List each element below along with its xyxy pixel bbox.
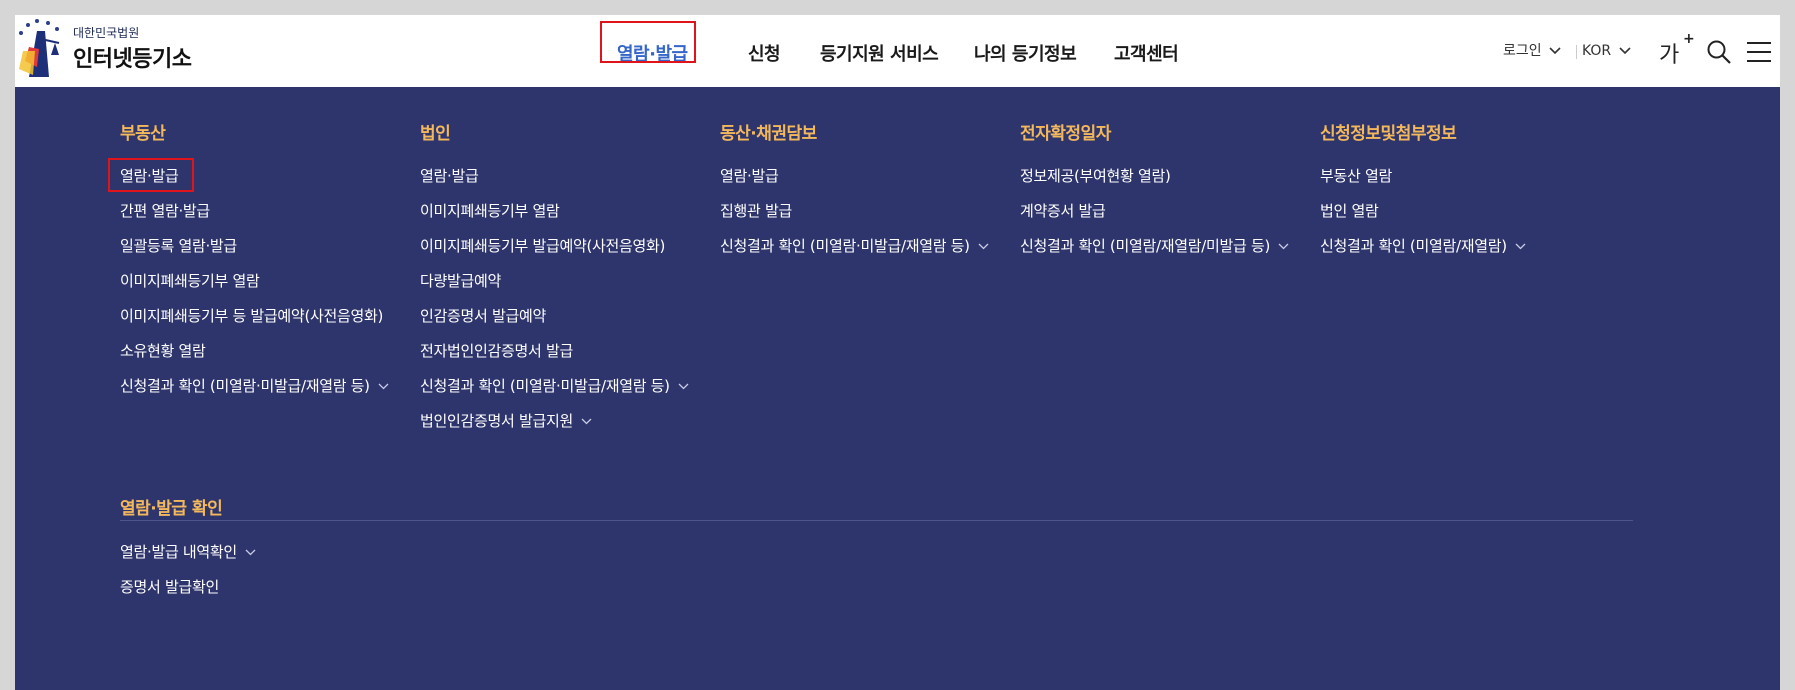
nav-item-customer-center[interactable]: 고객센터 [1114,33,1179,77]
chevron-down-icon [1515,243,1526,250]
menu-link-expandable[interactable]: 신청결과 확인 (미열람·미발급/재열람 등) [120,375,389,397]
chevron-down-icon [378,383,389,390]
font-size-button[interactable]: 가 + [1659,31,1695,68]
court-emblem-icon [19,19,60,77]
menu-link-label: 신청결과 확인 (미열람/재열람) [1320,237,1507,255]
section-title: 전자확정일자 [1020,124,1111,144]
menu-link[interactable]: 정보제공(부여현황 열람) [1020,165,1171,187]
login-label: 로그인 [1503,43,1542,59]
menu-link[interactable]: 인감증명서 발급예약 [420,305,546,327]
menu-link[interactable]: 계약증서 발급 [1020,200,1106,222]
menu-link-expandable[interactable]: 신청결과 확인 (미열람/재열람/미발급 등) [1020,235,1289,257]
font-size-label: 가 [1659,43,1680,68]
menu-link-expandable[interactable]: 신청결과 확인 (미열람·미발급/재열람 등) [720,235,989,257]
chevron-down-icon [678,383,689,390]
menu-link[interactable]: 열람·발급 [120,165,179,187]
hamburger-menu-icon[interactable] [1746,41,1772,63]
menu-link-label: 신청결과 확인 (미열람·미발급/재열람 등) [420,377,670,395]
menu-link[interactable]: 열람·발급 [420,165,479,187]
nav-item-view-issue[interactable]: 열람·발급 [617,33,688,77]
menu-link-expandable[interactable]: 법인인감증명서 발급지원 [420,410,592,432]
menu-link-expandable[interactable]: 신청결과 확인 (미열람·미발급/재열람 등) [420,375,689,397]
menu-link-label: 법인인감증명서 발급지원 [420,412,573,430]
menu-link[interactable]: 전자법인인감증명서 발급 [420,340,573,362]
search-icon[interactable] [1706,39,1732,65]
language-label: KOR [1582,43,1612,59]
section-divider [120,520,1633,521]
font-size-plus: + [1683,31,1695,47]
site-header: 대한민국법원 인터넷등기소 열람·발급 신청 등기지원 서비스 나의 등기정보 … [15,15,1780,87]
section-title: 법인 [420,124,451,144]
menu-link[interactable]: 부동산 열람 [1320,165,1392,187]
section-title: 신청정보및첨부정보 [1320,124,1457,144]
menu-link-label: 신청결과 확인 (미열람·미발급/재열람 등) [120,377,370,395]
nav-item-my-registry[interactable]: 나의 등기정보 [974,33,1077,77]
menu-link[interactable]: 이미지폐쇄등기부 등 발급예약(사전음영화) [120,305,383,327]
menu-link[interactable]: 간편 열람·발급 [120,200,210,222]
chevron-down-icon [1278,243,1289,250]
site-logo[interactable]: 대한민국법원 인터넷등기소 [15,15,215,87]
language-select[interactable]: KOR [1582,39,1631,63]
logo-subtitle: 대한민국법원 [73,26,140,40]
menu-link-label: 열람·발급 내역확인 [120,543,237,561]
util-divider [1576,45,1577,59]
menu-link-expandable[interactable]: 열람·발급 내역확인 [120,541,256,563]
section-title: 부동산 [120,124,166,144]
menu-link[interactable]: 이미지폐쇄등기부 발급예약(사전음영화) [420,235,665,257]
chevron-down-icon [245,549,256,556]
logo-title: 인터넷등기소 [73,47,192,72]
nav-item-support-services[interactable]: 등기지원 서비스 [820,33,939,77]
menu-link-label: 신청결과 확인 (미열람·미발급/재열람 등) [720,237,970,255]
section-title: 동산·채권담보 [720,124,817,144]
chevron-down-icon [1619,47,1631,55]
menu-link[interactable]: 열람·발급 [720,165,779,187]
menu-link[interactable]: 법인 열람 [1320,200,1379,222]
menu-link-label: 신청결과 확인 (미열람/재열람/미발급 등) [1020,237,1271,255]
menu-link[interactable]: 이미지폐쇄등기부 열람 [120,270,260,292]
chevron-down-icon [581,418,592,425]
chevron-down-icon [1549,47,1561,55]
menu-link[interactable]: 증명서 발급확인 [120,576,219,598]
menu-link[interactable]: 일괄등록 열람·발급 [120,235,237,257]
section-title: 열람·발급 확인 [120,499,223,519]
mega-menu-panel: 부동산 열람·발급 간편 열람·발급 일괄등록 열람·발급 이미지폐쇄등기부 열… [15,87,1780,690]
menu-link[interactable]: 집행관 발급 [720,200,792,222]
menu-link-expandable[interactable]: 신청결과 확인 (미열람/재열람) [1320,235,1526,257]
login-button[interactable]: 로그인 [1503,39,1561,63]
chevron-down-icon [978,243,989,250]
menu-link[interactable]: 이미지폐쇄등기부 열람 [420,200,560,222]
menu-link[interactable]: 소유현황 열람 [120,340,206,362]
page-frame: 대한민국법원 인터넷등기소 열람·발급 신청 등기지원 서비스 나의 등기정보 … [15,15,1780,690]
nav-item-apply[interactable]: 신청 [748,33,781,77]
menu-link[interactable]: 다량발급예약 [420,270,501,292]
